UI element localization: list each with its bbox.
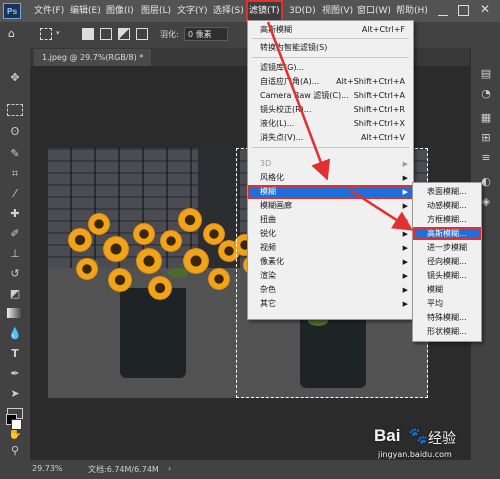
paw-icon: 🐾 bbox=[408, 426, 428, 445]
watermark-brand-2: 经验 bbox=[428, 431, 456, 447]
watermark-url: jingyan.baidu.com bbox=[378, 450, 452, 459]
baidu-watermark: Bai 🐾 经验 jingyan.baidu.com bbox=[374, 426, 474, 466]
zoom-level: 29.73% bbox=[32, 464, 63, 473]
annotation-arrow bbox=[349, 188, 414, 231]
chevron-right-icon[interactable]: › bbox=[168, 464, 171, 473]
document-info: 文档:6.74M/6.74M bbox=[88, 465, 159, 474]
annotation-arrows bbox=[266, 21, 414, 231]
watermark-brand: Bai bbox=[374, 426, 401, 445]
annotation-arrow bbox=[266, 21, 331, 181]
